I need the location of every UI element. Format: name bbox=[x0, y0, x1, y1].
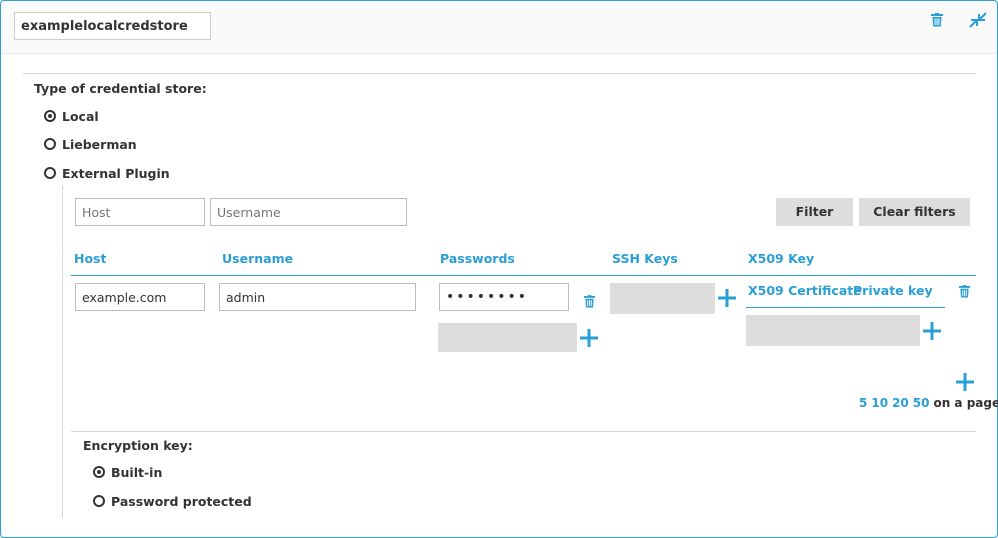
delete-password-trash-icon[interactable] bbox=[584, 295, 595, 308]
filter-button[interactable]: Filter bbox=[776, 198, 853, 226]
clear-filters-button[interactable]: Clear filters bbox=[859, 198, 970, 226]
username-filter-input[interactable] bbox=[210, 198, 407, 226]
encryption-divider bbox=[71, 431, 976, 432]
radio-password-protected[interactable] bbox=[93, 495, 105, 507]
radio-lieberman-label: Lieberman bbox=[62, 137, 137, 152]
radio-local[interactable] bbox=[44, 110, 56, 122]
add-ssh-key-plus-icon[interactable] bbox=[718, 289, 736, 311]
row-username-input[interactable] bbox=[219, 283, 416, 311]
x509-subheader-underline bbox=[746, 307, 945, 308]
column-x509-certificate: X509 Certificate bbox=[748, 283, 862, 298]
column-host[interactable]: Host bbox=[74, 251, 106, 266]
radio-lieberman[interactable] bbox=[44, 138, 56, 150]
radio-external-plugin[interactable] bbox=[44, 167, 56, 179]
x509-key-placeholder[interactable] bbox=[746, 315, 920, 346]
row-password-input[interactable]: •••••••• bbox=[439, 283, 569, 311]
section-divider bbox=[23, 73, 976, 74]
table-header-underline bbox=[71, 275, 976, 276]
page-size-suffix: on a page bbox=[933, 396, 998, 410]
delete-store-trash-icon[interactable] bbox=[931, 13, 943, 27]
collapse-arrows-icon[interactable] bbox=[969, 12, 987, 28]
radio-built-in-label: Built-in bbox=[111, 465, 163, 480]
column-x509-key: X509 Key bbox=[748, 251, 815, 266]
nested-section-guide bbox=[62, 187, 63, 517]
column-passwords: Passwords bbox=[440, 251, 515, 266]
radio-external-plugin-label: External Plugin bbox=[62, 166, 170, 181]
radio-password-protected-label: Password protected bbox=[111, 494, 252, 509]
page-size-5[interactable]: 5 bbox=[859, 396, 867, 410]
add-password-plus-icon[interactable] bbox=[580, 329, 598, 351]
add-x509-key-plus-icon[interactable] bbox=[923, 322, 941, 344]
page-size-selector: 5 10 20 50 on a page bbox=[859, 396, 998, 410]
ssh-key-placeholder[interactable] bbox=[610, 283, 715, 314]
radio-local-label: Local bbox=[62, 109, 99, 124]
page-size-20[interactable]: 20 bbox=[892, 396, 909, 410]
credential-store-name-input[interactable] bbox=[14, 12, 211, 40]
delete-row-trash-icon[interactable] bbox=[959, 285, 970, 298]
page-size-10[interactable]: 10 bbox=[871, 396, 888, 410]
credential-store-type-label: Type of credential store: bbox=[34, 81, 207, 96]
credential-store-panel: Type of credential store: Local Lieberma… bbox=[0, 0, 998, 538]
column-username[interactable]: Username bbox=[222, 251, 293, 266]
radio-built-in[interactable] bbox=[93, 466, 105, 478]
add-row-plus-icon[interactable] bbox=[956, 373, 974, 395]
new-password-placeholder[interactable] bbox=[438, 323, 577, 352]
host-filter-input[interactable] bbox=[75, 198, 205, 226]
column-private-key: Private key bbox=[853, 283, 933, 298]
column-ssh-keys: SSH Keys bbox=[612, 251, 678, 266]
page-size-50[interactable]: 50 bbox=[913, 396, 930, 410]
encryption-key-label: Encryption key: bbox=[83, 438, 193, 453]
row-host-input[interactable] bbox=[75, 283, 205, 311]
